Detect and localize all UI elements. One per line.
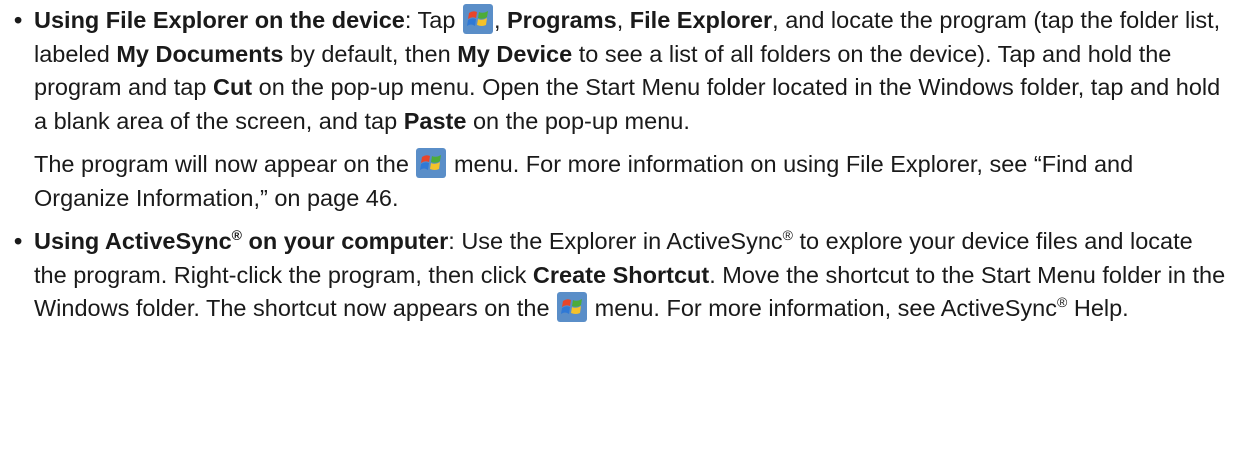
my-device-label: My Device	[457, 40, 573, 67]
paragraph-program-appears: The program will now appear on the menu.…	[34, 148, 1229, 215]
text-run: The program will now appear on the	[34, 151, 416, 177]
registered-mark: ®	[1056, 294, 1068, 310]
text-run: by default, then	[283, 40, 458, 67]
registered-mark: ®	[231, 227, 242, 243]
bullet: •	[14, 7, 23, 33]
paragraph-activesync: Using ActiveSync® on your computer: Use …	[34, 225, 1229, 326]
text-run: ,	[493, 7, 507, 33]
registered-mark: ®	[782, 227, 793, 243]
list-item-activesync: • Using ActiveSync® on your computer: Us…	[14, 225, 1229, 326]
list-item-file-explorer: • Using File Explorer on the device: Tap…	[14, 4, 1229, 215]
text-run: : Tap	[404, 7, 462, 33]
paste-label: Paste	[403, 107, 467, 134]
bullet: •	[14, 228, 23, 254]
paragraph-file-explorer: Using File Explorer on the device: Tap ,…	[34, 4, 1229, 138]
windows-start-icon	[462, 4, 493, 34]
programs-label: Programs	[507, 7, 617, 33]
item-title: Using ActiveSync® on your computer	[34, 228, 448, 254]
windows-start-icon	[416, 148, 447, 178]
text-run: Help.	[1067, 295, 1129, 321]
file-explorer-label: File Explorer	[629, 7, 773, 33]
windows-start-icon	[557, 292, 588, 322]
text-run: menu. For more information, see ActiveSy…	[588, 295, 1057, 321]
text-run: on the pop-up menu.	[466, 107, 690, 134]
document-body: • Using File Explorer on the device: Tap…	[14, 4, 1229, 326]
text-run: ,	[616, 7, 630, 33]
cut-label: Cut	[212, 74, 253, 100]
text-run: : Use the Explorer in ActiveSync	[448, 228, 783, 254]
my-documents-label: My Documents	[116, 40, 284, 67]
create-shortcut-label: Create Shortcut	[532, 261, 710, 288]
text-run: Using ActiveSync	[34, 228, 232, 254]
item-title: Using File Explorer on the device	[34, 7, 405, 33]
text-run: on your computer	[241, 228, 449, 254]
